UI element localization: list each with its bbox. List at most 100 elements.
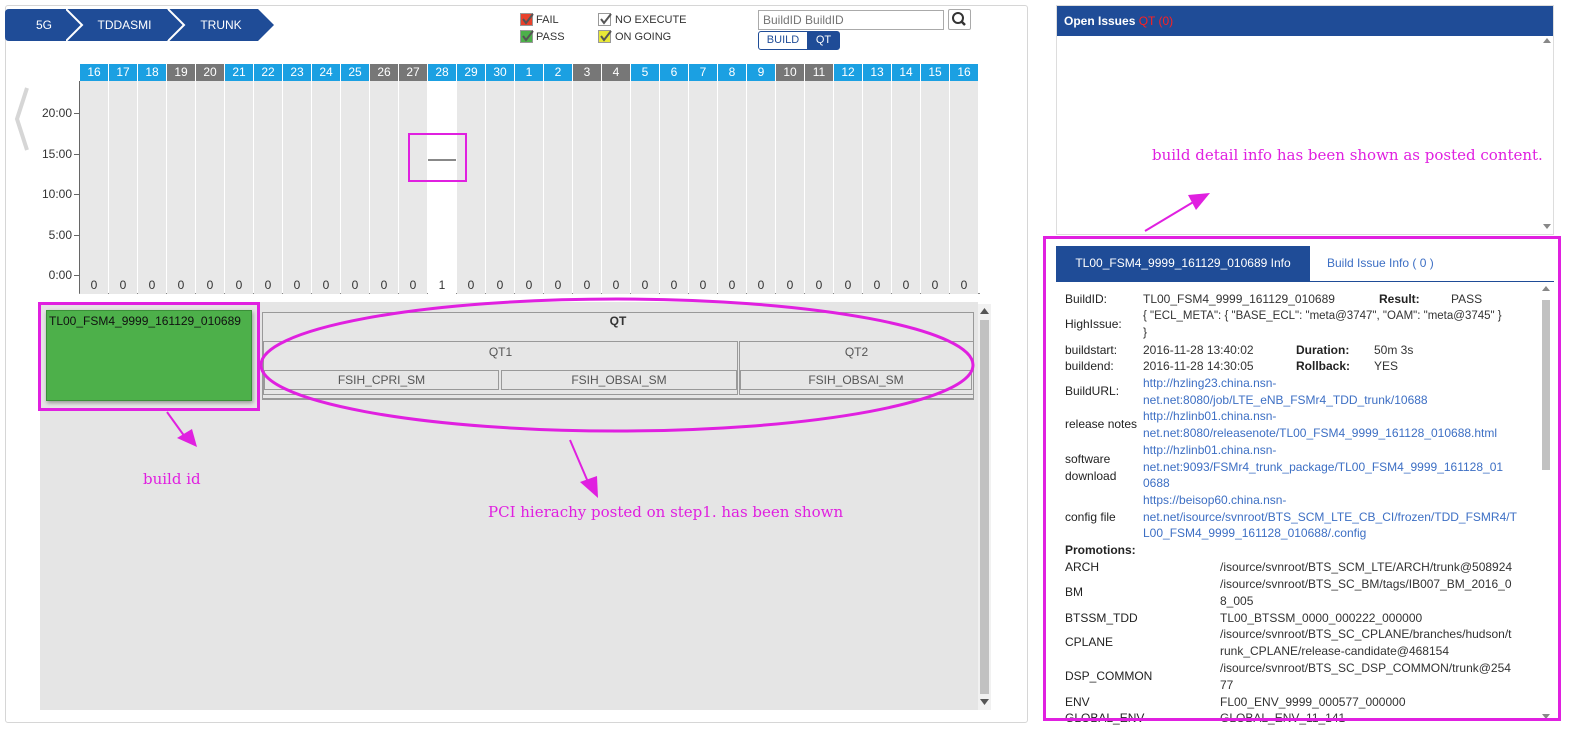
day-build-count: 0 <box>467 278 475 292</box>
qt1-fsih-cpri-sm-cell[interactable]: FSIH_CPRI_SM <box>264 370 499 390</box>
no-execute-checkbox[interactable] <box>598 13 612 26</box>
day-header[interactable]: 3 <box>573 64 601 81</box>
day-column[interactable] <box>892 81 920 294</box>
day-column[interactable] <box>486 81 514 294</box>
breadcrumb-item-trunk[interactable]: TRUNK <box>168 9 274 41</box>
day-header[interactable]: 2 <box>544 64 572 81</box>
pci-annotation: PCI hierachy posted on step1. has been s… <box>488 503 844 521</box>
day-build-count: 0 <box>583 278 591 292</box>
build-id-annotation: build id <box>143 470 201 488</box>
day-header[interactable]: 23 <box>283 64 311 81</box>
day-column[interactable] <box>138 81 166 294</box>
day-header[interactable]: 19 <box>167 64 195 81</box>
day-header[interactable]: 7 <box>689 64 717 81</box>
open-issues-header: Open Issues QT (0) <box>1057 6 1553 36</box>
day-column[interactable] <box>573 81 601 294</box>
day-build-count: 0 <box>235 278 243 292</box>
day-column[interactable] <box>689 81 717 294</box>
day-header[interactable]: 16 <box>80 64 108 81</box>
day-build-count: 0 <box>612 278 620 292</box>
day-header[interactable]: 16 <box>950 64 978 81</box>
day-header[interactable]: 18 <box>138 64 166 81</box>
hierarchy-scrollbar[interactable] <box>978 304 991 710</box>
qt1-fsih-obsai-sm-cell[interactable]: FSIH_OBSAI_SM <box>501 370 737 390</box>
day-build-count: 0 <box>264 278 272 292</box>
on-going-checkbox[interactable] <box>598 30 612 43</box>
hierarchy-scrollbar-thumb[interactable] <box>980 320 989 694</box>
breadcrumb-item-tddasmi[interactable]: TDDASMI <box>66 9 183 41</box>
day-build-count: 0 <box>322 278 330 292</box>
day-header[interactable]: 5 <box>631 64 659 81</box>
day-header[interactable]: 12 <box>834 64 862 81</box>
search-button[interactable] <box>948 9 971 30</box>
day-column[interactable] <box>254 81 282 294</box>
day-column[interactable] <box>747 81 775 294</box>
day-build-count: 0 <box>757 278 765 292</box>
y-tick-label: 0:00 <box>48 268 72 282</box>
day-header[interactable]: 1 <box>515 64 543 81</box>
day-column[interactable] <box>921 81 949 294</box>
y-tick-mark <box>74 113 79 114</box>
day-column[interactable] <box>312 81 340 294</box>
day-header[interactable]: 14 <box>892 64 920 81</box>
day-column[interactable] <box>776 81 804 294</box>
day-header[interactable]: 25 <box>341 64 369 81</box>
day-header[interactable]: 4 <box>602 64 630 81</box>
day-header[interactable]: 21 <box>225 64 253 81</box>
day-header[interactable]: 9 <box>747 64 775 81</box>
day-column[interactable] <box>399 81 427 294</box>
day-column[interactable] <box>109 81 137 294</box>
day-column[interactable] <box>167 81 195 294</box>
day-column[interactable] <box>805 81 833 294</box>
day-header[interactable]: 17 <box>109 64 137 81</box>
day-header[interactable]: 22 <box>254 64 282 81</box>
day-header[interactable]: 11 <box>805 64 833 81</box>
day-header[interactable]: 20 <box>196 64 224 81</box>
day-column[interactable] <box>544 81 572 294</box>
day-column[interactable] <box>834 81 862 294</box>
build-toggle-button[interactable]: BUILD <box>758 31 808 50</box>
day-header[interactable]: 30 <box>486 64 514 81</box>
day-header[interactable]: 24 <box>312 64 340 81</box>
day-header[interactable]: 29 <box>457 64 485 81</box>
scroll-down-icon[interactable] <box>980 699 989 705</box>
build-id-search-input[interactable] <box>758 10 944 30</box>
fail-checkbox[interactable] <box>520 13 534 26</box>
day-column[interactable] <box>283 81 311 294</box>
day-column[interactable] <box>602 81 630 294</box>
y-tick-label: 15:00 <box>41 146 72 161</box>
scroll-down-icon[interactable] <box>1543 224 1551 230</box>
day-build-count: 0 <box>148 278 156 292</box>
day-header[interactable]: 13 <box>863 64 891 81</box>
selected-day-column[interactable] <box>428 81 456 294</box>
day-column[interactable] <box>80 81 108 294</box>
day-header[interactable]: 10 <box>776 64 804 81</box>
day-header[interactable]: 8 <box>718 64 746 81</box>
day-build-count: 0 <box>931 278 939 292</box>
pass-checkbox[interactable] <box>520 30 534 43</box>
pass-label: PASS <box>536 31 565 43</box>
day-header[interactable]: 15 <box>921 64 949 81</box>
day-column[interactable] <box>196 81 224 294</box>
day-column[interactable] <box>457 81 485 294</box>
scroll-up-icon[interactable] <box>980 308 989 314</box>
day-column[interactable] <box>863 81 891 294</box>
day-column[interactable] <box>631 81 659 294</box>
day-header[interactable]: 6 <box>660 64 688 81</box>
day-column[interactable] <box>718 81 746 294</box>
day-column[interactable] <box>515 81 543 294</box>
day-column[interactable] <box>950 81 978 294</box>
day-header[interactable]: 27 <box>399 64 427 81</box>
day-column[interactable] <box>225 81 253 294</box>
qt2-fsih-obsai-sm-cell[interactable]: FSIH_OBSAI_SM <box>740 370 972 390</box>
y-tick-label: 20:00 <box>41 106 72 120</box>
open-issues-panel: Open Issues QT (0) <box>1056 5 1554 235</box>
day-build-count: 0 <box>409 278 417 292</box>
scroll-up-icon[interactable] <box>1543 38 1551 44</box>
day-column[interactable] <box>341 81 369 294</box>
day-header[interactable]: 26 <box>370 64 398 81</box>
qt-toggle-button[interactable]: QT <box>807 31 840 50</box>
day-column[interactable] <box>660 81 688 294</box>
day-header[interactable]: 28 <box>428 64 456 81</box>
day-column[interactable] <box>370 81 398 294</box>
